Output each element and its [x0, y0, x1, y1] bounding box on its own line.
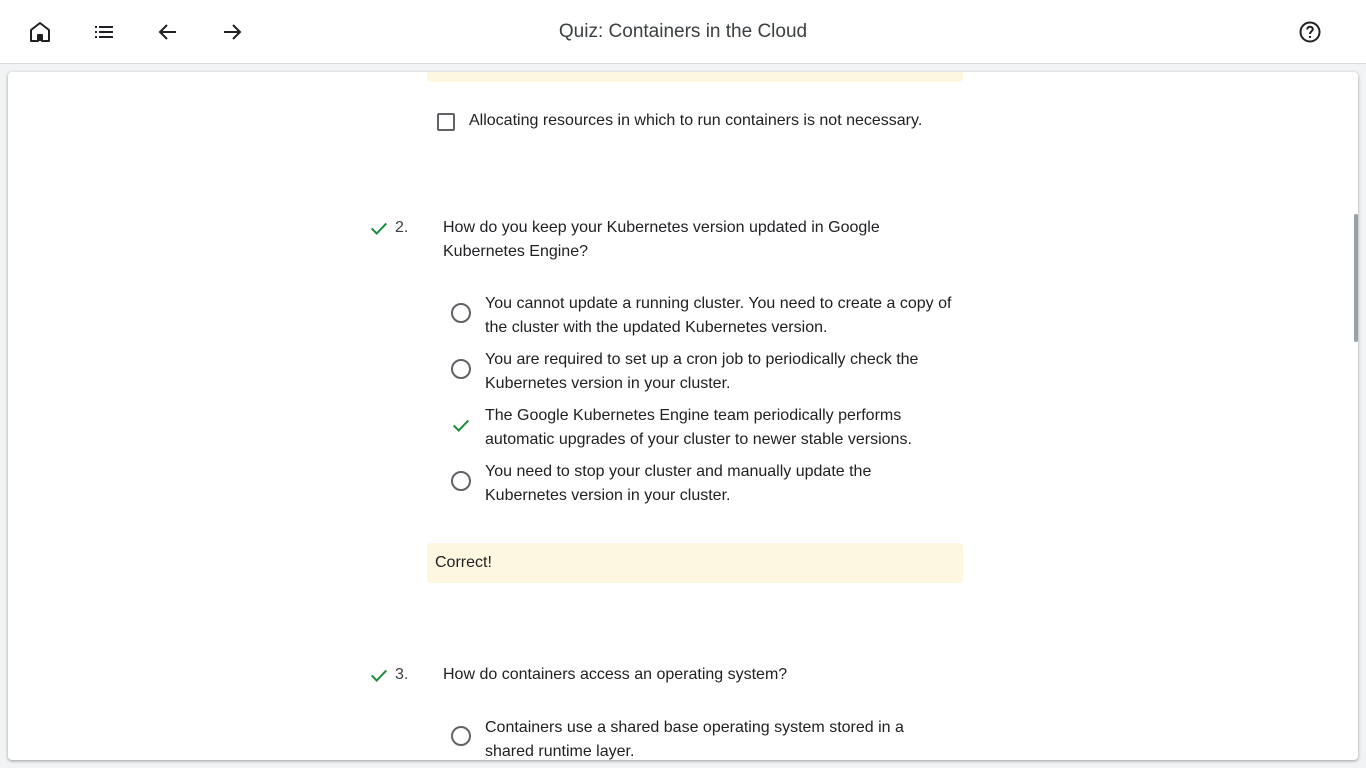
quiz-card: Allocating resources in which to run con…: [8, 72, 1358, 760]
question-3-option-1-radio[interactable]: [451, 726, 471, 746]
top-app-bar: Quiz: Containers in the Cloud: [0, 0, 1366, 64]
question-2-option-1-label: You cannot update a running cluster. You…: [485, 295, 952, 336]
scrollbar-thumb[interactable]: [1354, 214, 1358, 342]
question-2-option-3-selected-icon[interactable]: [450, 414, 472, 436]
question-2-option-2-label: You are required to set up a cron job to…: [485, 351, 919, 392]
question-1-option-checkbox[interactable]: [437, 113, 455, 131]
help-button[interactable]: [1290, 12, 1330, 52]
question-2-option-3-label: The Google Kubernetes Engine team period…: [485, 407, 912, 448]
page-title: Quiz: Containers in the Cloud: [558, 21, 808, 42]
help-icon: [1299, 21, 1321, 43]
question-2-feedback: Correct!: [427, 543, 963, 583]
question-3-number: 3.: [395, 666, 409, 683]
question-3-text: How do containers access an operating sy…: [443, 666, 788, 683]
question-1-feedback-edge: [427, 72, 963, 82]
question-2-option-2-radio[interactable]: [451, 359, 471, 379]
question-2-text: How do you keep your Kubernetes version …: [443, 219, 880, 260]
question-3-option-1-label: Containers use a shared base operating s…: [485, 719, 904, 760]
question-2-option-4-radio[interactable]: [451, 471, 471, 491]
question-2-number: 2.: [395, 219, 409, 236]
question-1-option-label: Allocating resources in which to run con…: [469, 112, 923, 129]
question-3-correct-icon: [370, 669, 388, 682]
question-2-option-1-radio[interactable]: [451, 303, 471, 323]
question-2-option-4-label: You need to stop your cluster and manual…: [485, 463, 872, 504]
question-2-correct-icon: [370, 222, 388, 235]
